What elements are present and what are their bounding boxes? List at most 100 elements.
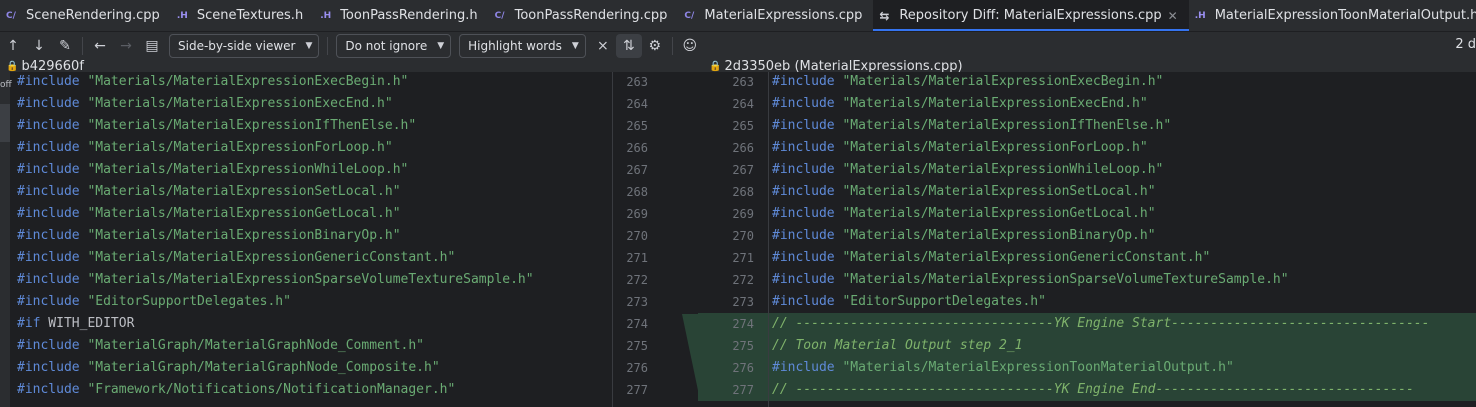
code-text: "Materials/MaterialExpressionForLoop.h" <box>834 140 1148 155</box>
collapse-unchanged-icon[interactable]: ⨯ <box>590 34 616 58</box>
tab-item[interactable]: C/SceneRendering.cpp <box>0 0 171 31</box>
left-editor-pane[interactable]: off #include "Materials/MaterialExpressi… <box>0 72 612 407</box>
code-text: "Materials/MaterialExpressionGetLocal.h" <box>834 206 1156 221</box>
code-text: "Materials/MaterialExpressionExecBegin.h… <box>79 74 409 89</box>
next-difference-icon[interactable]: ↓ <box>26 34 52 58</box>
code-line: #include "Materials/MaterialExpressionGe… <box>772 203 1156 225</box>
code-text: "Materials/MaterialExpressionExecEnd.h" <box>79 96 393 111</box>
code-keyword: #include <box>17 360 80 375</box>
code-line: #include "Framework/Notifications/Notifi… <box>17 379 455 401</box>
left-line-number: 274 <box>626 317 648 331</box>
right-line-number: 263 <box>732 75 754 89</box>
code-line: #include "EditorSupportDelegates.h" <box>17 291 291 313</box>
left-line-number: 273 <box>626 295 648 309</box>
chevron-down-icon: ▼ <box>571 40 579 51</box>
tab-item[interactable]: C/MaterialExpressions.cpp <box>678 0 873 31</box>
settings-gear-icon[interactable]: ⚙ <box>642 34 668 58</box>
tab-item[interactable]: ⇆ Repository Diff: MaterialExpressions.cp… <box>873 0 1190 31</box>
cpp-file-icon: C/ <box>494 10 505 21</box>
code-keyword: #include <box>772 162 835 177</box>
differences-count: 2 d <box>1455 37 1476 52</box>
right-line-number: 267 <box>732 163 754 177</box>
right-line-number: 271 <box>732 251 754 265</box>
code-line: // ---------------------------------YK E… <box>772 313 1429 335</box>
code-text: "Materials/MaterialExpressionGetLocal.h" <box>79 206 401 221</box>
tab-label: ToonPassRendering.h <box>340 8 478 23</box>
code-keyword: #include <box>17 96 80 111</box>
diff-toolbar: ↑ ↓ ✎ ← → ▤ Side-by-side viewer ▼ Do not… <box>0 32 1476 59</box>
tab-item[interactable]: .H SceneTextures.h <box>171 0 314 31</box>
right-line-number: 269 <box>732 207 754 221</box>
right-line-number: 270 <box>732 229 754 243</box>
gutter-off-label: off <box>0 80 12 90</box>
right-line-number: 273 <box>732 295 754 309</box>
code-keyword: #include <box>17 294 80 309</box>
code-line: #include "Materials/MaterialExpressionEx… <box>17 93 393 115</box>
chevron-down-icon: ▼ <box>437 40 445 51</box>
code-line: #include "Materials/MaterialExpressionTo… <box>772 357 1234 379</box>
code-text: "Materials/MaterialExpressionWhileLoop.h… <box>79 162 409 177</box>
code-line: #include "Materials/MaterialExpressionSp… <box>772 269 1289 291</box>
right-line-number: 272 <box>732 273 754 287</box>
left-line-number: 277 <box>626 383 648 397</box>
right-line-number: 264 <box>732 97 754 111</box>
close-icon[interactable]: ✕ <box>1168 9 1178 23</box>
code-keyword: #include <box>772 118 835 133</box>
code-line: #include "Materials/MaterialExpressionGe… <box>17 247 455 269</box>
annotate-smiley-icon[interactable]: ☺ <box>677 34 703 58</box>
viewer-mode-label: Side-by-side viewer <box>178 38 296 53</box>
edit-source-icon[interactable]: ✎ <box>52 34 78 58</box>
left-line-number: 270 <box>626 229 648 243</box>
code-text: "Materials/MaterialExpressionSetLocal.h" <box>834 184 1156 199</box>
tab-item[interactable]: .H ToonPassRendering.h <box>314 0 488 31</box>
code-line: #include "EditorSupportDelegates.h" <box>772 291 1046 313</box>
right-line-number: 265 <box>732 119 754 133</box>
code-text: "EditorSupportDelegates.h" <box>79 294 291 309</box>
code-text: "Materials/MaterialExpressionGenericCons… <box>79 250 456 265</box>
ignore-whitespace-dropdown[interactable]: Do not ignore ▼ <box>336 33 452 58</box>
cpp-file-icon: C/ <box>684 10 695 21</box>
code-keyword: #include <box>17 250 80 265</box>
code-text: "Materials/MaterialExpressionSparseVolum… <box>79 272 534 287</box>
tab-label: Repository Diff: MaterialExpressions.cpp <box>899 8 1162 23</box>
code-keyword: #include <box>17 74 80 89</box>
code-keyword: #include <box>772 74 835 89</box>
sync-scroll-icon[interactable]: ⇅ <box>615 33 642 58</box>
code-line: #include "MaterialGraph/MaterialGraphNod… <box>17 335 424 357</box>
code-text: "Materials/MaterialExpressionBinaryOp.h" <box>834 228 1156 243</box>
previous-difference-icon[interactable]: ↑ <box>0 34 26 58</box>
code-keyword: #include <box>772 228 835 243</box>
right-line-number: 268 <box>732 185 754 199</box>
tab-label: SceneTextures.h <box>196 8 304 23</box>
gutter-marker <box>0 104 10 142</box>
highlight-mode-dropdown[interactable]: Highlight words ▼ <box>459 33 586 58</box>
tab-label: MaterialExpressionToonMaterialOutput.h <box>1214 8 1476 23</box>
code-keyword: #include <box>17 228 80 243</box>
viewer-mode-dropdown[interactable]: Side-by-side viewer ▼ <box>169 33 320 58</box>
code-line: #include "MaterialGraph/MaterialGraphNod… <box>17 357 440 379</box>
code-line: // ---------------------------------YK E… <box>772 379 1414 401</box>
tab-item[interactable]: C/ToonPassRendering.cpp <box>489 0 679 31</box>
code-text: "MaterialGraph/MaterialGraphNode_Composi… <box>79 360 440 375</box>
code-line: #if WITH_EDITOR <box>17 313 134 335</box>
code-line: #include "Materials/MaterialExpressionWh… <box>17 159 408 181</box>
code-keyword: #include <box>772 294 835 309</box>
code-line: #include "Materials/MaterialExpressionSe… <box>772 181 1156 203</box>
code-text: "EditorSupportDelegates.h" <box>834 294 1046 309</box>
code-keyword: #include <box>17 272 80 287</box>
left-line-number: 269 <box>626 207 648 221</box>
right-editor-pane[interactable]: #include "Materials/MaterialExpressionEx… <box>769 72 1476 407</box>
diff-content: off #include "Materials/MaterialExpressi… <box>0 72 1476 407</box>
tab-item[interactable]: .H MaterialExpressionToonMaterialOutput.h <box>1189 0 1476 31</box>
ignore-whitespace-label: Do not ignore <box>345 38 428 53</box>
lock-icon: 🔒 <box>709 61 722 72</box>
code-line: #include "Materials/MaterialExpressionEx… <box>772 93 1148 115</box>
code-keyword: #include <box>772 96 835 111</box>
forward-icon[interactable]: → <box>113 34 139 58</box>
back-icon[interactable]: ← <box>87 34 113 58</box>
header-file-icon: .H <box>176 10 188 21</box>
file-list-icon[interactable]: ▤ <box>139 34 165 58</box>
code-text: "Materials/MaterialExpressionIfThenElse.… <box>834 118 1172 133</box>
tab-label: SceneRendering.cpp <box>26 8 160 23</box>
left-line-number: 271 <box>626 251 648 265</box>
